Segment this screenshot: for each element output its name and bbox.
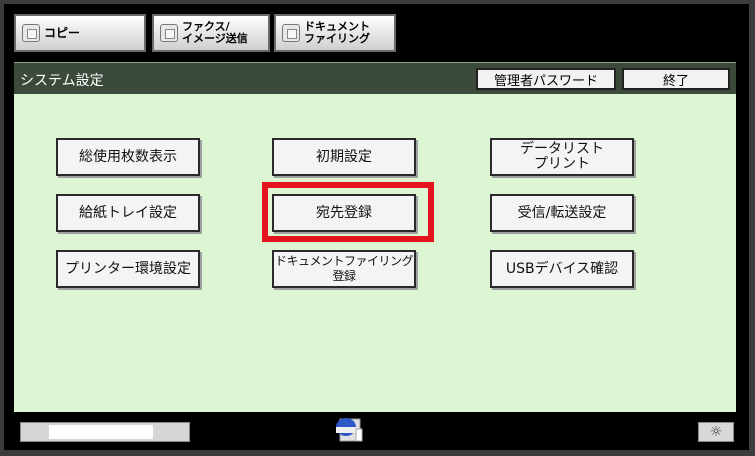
settings-panel: 総使用枚数表示 初期設定 データリスト プリント 給紙トレイ設定 宛先登録 受信… <box>14 94 736 412</box>
status-bar: ☼ <box>14 412 736 448</box>
tab-copy-label: コピー <box>44 25 81 40</box>
address-registration-button[interactable]: 宛先登録 <box>272 194 416 232</box>
total-count-button[interactable]: 総使用枚数表示 <box>56 138 200 176</box>
title-bar: システム設定 管理者パスワード 終了 <box>14 62 736 94</box>
page-title: システム設定 <box>20 73 104 89</box>
tab-copy[interactable]: コピー <box>14 14 146 52</box>
progress-fill <box>49 425 153 439</box>
receive-forward-settings-button[interactable]: 受信/転送設定 <box>490 194 634 232</box>
default-settings-button[interactable]: 初期設定 <box>272 138 416 176</box>
usb-device-check-button[interactable]: USBデバイス確認 <box>490 250 634 288</box>
admin-password-button[interactable]: 管理者パスワード <box>476 68 616 90</box>
document-filing-icon <box>282 24 300 42</box>
fax-icon <box>160 24 178 42</box>
end-button[interactable]: 終了 <box>622 68 730 90</box>
tab-fax-image-send[interactable]: ファクス/ イメージ送信 <box>152 14 270 52</box>
control-panel-screen: コピー ファクス/ イメージ送信 ドキュメント ファイリング システム設定 管理… <box>4 4 749 450</box>
copy-icon <box>22 24 40 42</box>
brightness-button[interactable]: ☼ <box>698 422 734 442</box>
progress-meter <box>20 422 190 442</box>
tab-document-filing[interactable]: ドキュメント ファイリング <box>274 14 396 52</box>
job-status-icon[interactable] <box>332 415 368 445</box>
tab-fax-label: ファクス/ イメージ送信 <box>182 20 248 45</box>
paper-tray-settings-button[interactable]: 給紙トレイ設定 <box>56 194 200 232</box>
list-print-button[interactable]: データリスト プリント <box>490 138 634 176</box>
document-filing-registration-button[interactable]: ドキュメントファイリング登録 <box>272 250 416 288</box>
printer-settings-button[interactable]: プリンター環境設定 <box>56 250 200 288</box>
tab-document-filing-label: ドキュメント ファイリング <box>304 20 370 45</box>
